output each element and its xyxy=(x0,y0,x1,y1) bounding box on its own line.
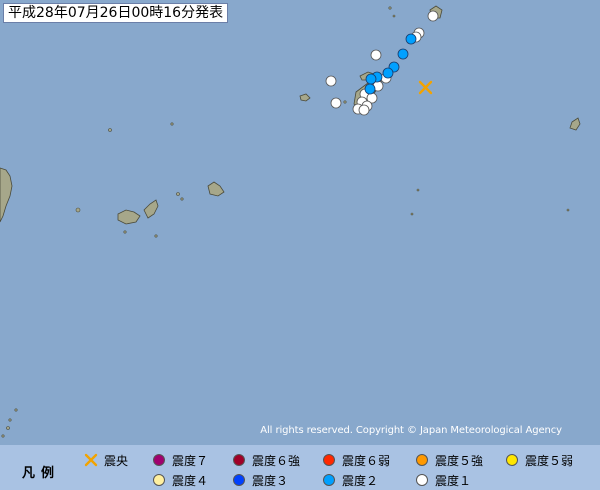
legend-item-shindo5-weak: 震度５弱 xyxy=(503,451,573,469)
legend-panel: 凡例 震央 震度７ 震度６強 震度６弱 震度５強 震度５弱 震度４ 震度３ 震度… xyxy=(0,445,600,490)
legend-title: 凡例 xyxy=(22,466,61,481)
legend-label-shindo4: 震度４ xyxy=(172,473,209,488)
legend-label-shindo5-weak: 震度５弱 xyxy=(525,453,574,468)
shindo2-station xyxy=(365,73,377,85)
shindo2-dot-icon xyxy=(320,471,338,489)
shindo7-dot-icon xyxy=(150,451,168,469)
shindo1-station xyxy=(427,10,439,22)
shindo2-station xyxy=(382,67,394,79)
legend-item-shindo7: 震度７ xyxy=(150,451,208,469)
shindo2-station xyxy=(364,83,376,95)
legend-item-shindo4: 震度４ xyxy=(150,471,208,489)
legend-label-shindo3: 震度３ xyxy=(252,473,289,488)
shindo1-station xyxy=(370,49,382,61)
page-title: 平成28年07月26日00時16分発表 xyxy=(3,3,229,23)
shindo5-weak-dot-icon xyxy=(503,451,521,469)
shindo1-station xyxy=(325,75,337,87)
legend-label-shindo2: 震度２ xyxy=(342,473,379,488)
legend-item-shindo2: 震度２ xyxy=(320,471,378,489)
legend-item-shindo3: 震度３ xyxy=(230,471,288,489)
shindo4-dot-icon xyxy=(150,471,168,489)
legend-item-shindo5-strong: 震度５強 xyxy=(413,451,483,469)
legend-label-shindo5-strong: 震度５強 xyxy=(435,453,484,468)
shindo2-station xyxy=(397,48,409,60)
legend-label-shindo6-strong: 震度６強 xyxy=(252,453,301,468)
shindo1-station xyxy=(330,97,342,109)
legend-label-shindo7: 震度７ xyxy=(172,453,209,468)
legend-label-shindo6-weak: 震度６弱 xyxy=(342,453,391,468)
shindo6-weak-dot-icon xyxy=(320,451,338,469)
shindo3-dot-icon xyxy=(230,471,248,489)
shindo6-strong-dot-icon xyxy=(230,451,248,469)
shindo2-station xyxy=(405,33,417,45)
legend-label-shindo1: 震度１ xyxy=(435,473,472,488)
legend-item-shindo6-weak: 震度６弱 xyxy=(320,451,390,469)
shindo1-station xyxy=(358,104,370,116)
shindo1-dot-icon xyxy=(413,471,431,489)
legend-item-shindo6-strong: 震度６強 xyxy=(230,451,300,469)
sea-background xyxy=(0,0,600,445)
map-stage: 平成28年07月26日00時16分発表 All rights reserved.… xyxy=(0,0,600,490)
epicenter-cross-icon xyxy=(82,451,100,469)
shindo5-strong-dot-icon xyxy=(413,451,431,469)
copyright-notice: All rights reserved. Copyright © Japan M… xyxy=(260,425,562,436)
legend-item-shindo1: 震度１ xyxy=(413,471,471,489)
legend-item-epicenter: 震央 xyxy=(82,451,128,469)
legend-label-epicenter: 震央 xyxy=(104,453,129,468)
seismic-intensity-map xyxy=(0,0,600,445)
